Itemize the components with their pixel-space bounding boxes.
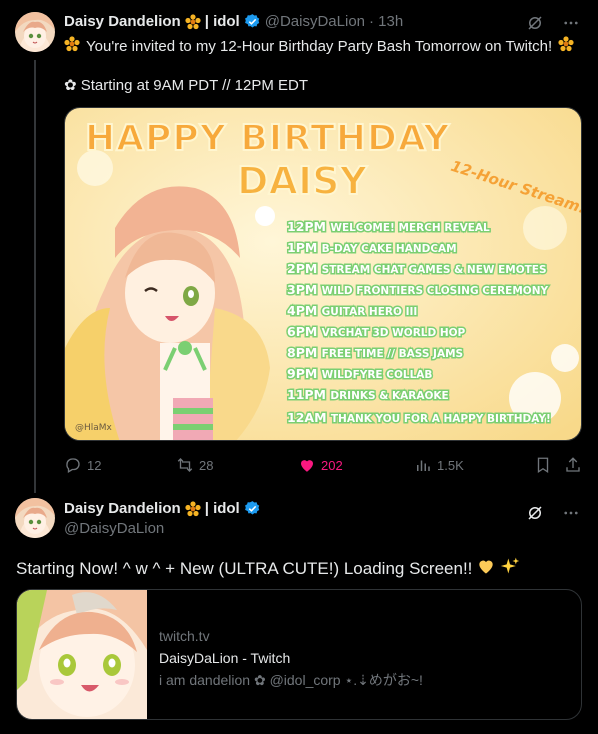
svg-text:12PM WELCOME! MERCH REVEAL: 12PM WELCOME! MERCH REVEAL <box>287 219 490 234</box>
schedule-row: 12PM WELCOME! MERCH REVEAL <box>286 218 492 236</box>
card-title: DaisyDaLion - Twitch <box>159 650 291 666</box>
verified-badge-icon <box>244 500 261 517</box>
tweet-top-actions <box>526 504 580 522</box>
handle[interactable]: @DaisyDaLion <box>64 520 164 537</box>
like-count: 202 <box>321 457 343 473</box>
grok-icon[interactable] <box>526 14 544 32</box>
share-icon <box>566 457 580 472</box>
svg-text:8PM FREE TIME // BASS JAMS: 8PM FREE TIME // BASS JAMS <box>287 345 463 360</box>
svg-text:3PM WILD FRONTIERS CLOSING CER: 3PM WILD FRONTIERS CLOSING CEREMONY <box>287 282 549 297</box>
schedule-event: VRCHAT 3D WORLD HOP <box>322 327 466 339</box>
tweet-text-line-1: You're invited to my 12-Hour Birthday Pa… <box>64 36 574 58</box>
retweet-icon <box>177 458 193 472</box>
timestamp[interactable]: · 13h <box>369 13 403 30</box>
name-suffix: | idol <box>204 500 240 517</box>
tweet-actions: 12 28 202 1.5K <box>64 456 584 476</box>
flower-icon <box>64 36 80 58</box>
card-body: twitch.tv DaisyDaLion - Twitch i am dand… <box>147 590 423 719</box>
schedule-time: 1PM <box>287 240 317 255</box>
verified-badge-icon <box>244 13 261 30</box>
svg-text:4PM GUITAR HERO III: 4PM GUITAR HERO III <box>287 303 417 318</box>
schedule-event: WELCOME! MERCH REVEAL <box>330 222 490 234</box>
schedule-row: 6PM VRCHAT 3D WORLD HOP <box>286 323 468 341</box>
tweet-header: Daisy Dandelion | idol <box>64 500 261 517</box>
heart-icon <box>301 460 313 472</box>
svg-text:1PM B-DAY CAKE HANDCAM: 1PM B-DAY CAKE HANDCAM <box>287 240 457 255</box>
svg-text:12AM THANK YOU FOR A HAPPY BIR: 12AM THANK YOU FOR A HAPPY BIRTHDAY! <box>287 410 551 425</box>
schedule-time: 2PM <box>287 261 317 276</box>
schedule-event: WILDFYRE COLLAB <box>322 369 433 381</box>
display-name[interactable]: Daisy Dandelion <box>64 500 181 517</box>
tweet-text-line-2: ✿ Starting at 9AM PDT // 12PM EDT <box>64 77 309 94</box>
tweet-2-text: Starting Now! ^ w ^ + New (ULTRA CUTE!) … <box>16 556 520 582</box>
svg-text:11PM DRINKS & KARAOKE: 11PM DRINKS & KARAOKE <box>287 387 449 402</box>
bookmark-icon <box>537 457 549 474</box>
artist-credit: @HlaMx <box>75 423 113 433</box>
handle[interactable]: @DaisyDaLion <box>265 13 365 30</box>
views-button[interactable]: 1.5K <box>414 456 464 474</box>
schedule-row: 9PM WILDFYRE COLLAB <box>286 365 434 383</box>
schedule-event: FREE TIME // BASS JAMS <box>322 348 463 360</box>
display-name[interactable]: Daisy Dandelion <box>64 13 181 30</box>
reply-button[interactable]: 12 <box>64 456 101 474</box>
card-thumbnail <box>17 590 147 719</box>
banner-title-line1: HAPPY BIRTHDAY <box>85 118 450 159</box>
schedule-row: 2PM STREAM CHAT GAMES & NEW EMOTES <box>286 260 549 278</box>
svg-text:2PM STREAM CHAT GAMES & NEW EM: 2PM STREAM CHAT GAMES & NEW EMOTES <box>287 261 547 276</box>
avatar[interactable] <box>15 498 55 538</box>
card-domain: twitch.tv <box>159 628 210 644</box>
schedule-time: 12PM <box>287 219 326 234</box>
schedule-time: 6PM <box>287 324 317 339</box>
schedule-time: 11PM <box>287 387 326 402</box>
flower-icon <box>185 500 201 517</box>
schedule-event: DRINKS & KARAOKE <box>330 390 448 402</box>
schedule-time: 9PM <box>287 366 317 381</box>
avatar[interactable] <box>15 12 55 52</box>
svg-text:6PM VRCHAT 3D WORLD HOP: 6PM VRCHAT 3D WORLD HOP <box>287 324 466 339</box>
tweet-text: Starting Now! ^ w ^ + New (ULTRA CUTE!) … <box>16 559 473 578</box>
more-icon[interactable] <box>562 14 580 32</box>
more-icon[interactable] <box>562 504 580 522</box>
retweet-button[interactable]: 28 <box>176 456 213 474</box>
schedule-time: 12AM <box>287 410 327 425</box>
card-description: i am dandelion ✿ @idol_corp ⋆.⇣めがお~! <box>159 672 423 688</box>
schedule-row: 1PM B-DAY CAKE HANDCAM <box>286 239 459 257</box>
schedule-row: 12AM THANK YOU FOR A HAPPY BIRTHDAY! <box>286 409 553 427</box>
tweet-top-actions <box>526 14 580 32</box>
retweet-count: 28 <box>199 457 214 473</box>
heart-emoji <box>476 556 496 582</box>
schedule-event: WILD FRONTIERS CLOSING CEREMONY <box>322 285 549 297</box>
schedule-row: 4PM GUITAR HERO III <box>286 302 419 320</box>
schedule-time: 8PM <box>287 345 317 360</box>
name-suffix: | idol <box>204 13 240 30</box>
schedule-time: 3PM <box>287 282 317 297</box>
views-icon <box>417 460 430 471</box>
schedule-event: THANK YOU FOR A HAPPY BIRTHDAY! <box>331 413 551 425</box>
reply-icon <box>66 458 80 473</box>
share-button[interactable] <box>564 456 582 474</box>
svg-text:9PM WILDFYRE COLLAB: 9PM WILDFYRE COLLAB <box>287 366 432 381</box>
tweet-text: You're invited to my 12-Hour Birthday Pa… <box>86 38 553 55</box>
thread-line <box>34 60 36 493</box>
schedule-time: 4PM <box>287 303 317 318</box>
bookmark-button[interactable] <box>534 456 552 474</box>
schedule-event: B-DAY CAKE HANDCAM <box>322 243 457 255</box>
grok-icon[interactable] <box>526 504 544 522</box>
schedule-row: 11PM DRINKS & KARAOKE <box>286 386 451 404</box>
flower-icon <box>185 13 201 30</box>
tweet-header: Daisy Dandelion | idol @DaisyDaLion · 13… <box>64 13 403 30</box>
views-count: 1.5K <box>437 457 464 473</box>
flower-icon <box>558 36 574 58</box>
reply-count: 12 <box>87 457 102 473</box>
schedule-event: GUITAR HERO III <box>322 306 418 318</box>
tweet-1[interactable]: Daisy Dandelion | idol @DaisyDaLion · 13… <box>0 0 598 493</box>
schedule-row: 3PM WILD FRONTIERS CLOSING CEREMONY <box>286 281 551 299</box>
banner-title-line2: DAISY <box>237 159 367 203</box>
like-button[interactable]: 202 <box>298 456 343 474</box>
link-card[interactable]: twitch.tv DaisyDaLion - Twitch i am dand… <box>16 589 582 720</box>
birthday-banner-image[interactable]: HAPPY BIRTHDAY DAISY 12-Hour Stream! 12P… <box>64 107 582 441</box>
schedule-event: STREAM CHAT GAMES & NEW EMOTES <box>322 264 547 276</box>
schedule-row: 8PM FREE TIME // BASS JAMS <box>286 344 465 362</box>
sparkles-emoji <box>500 556 520 582</box>
